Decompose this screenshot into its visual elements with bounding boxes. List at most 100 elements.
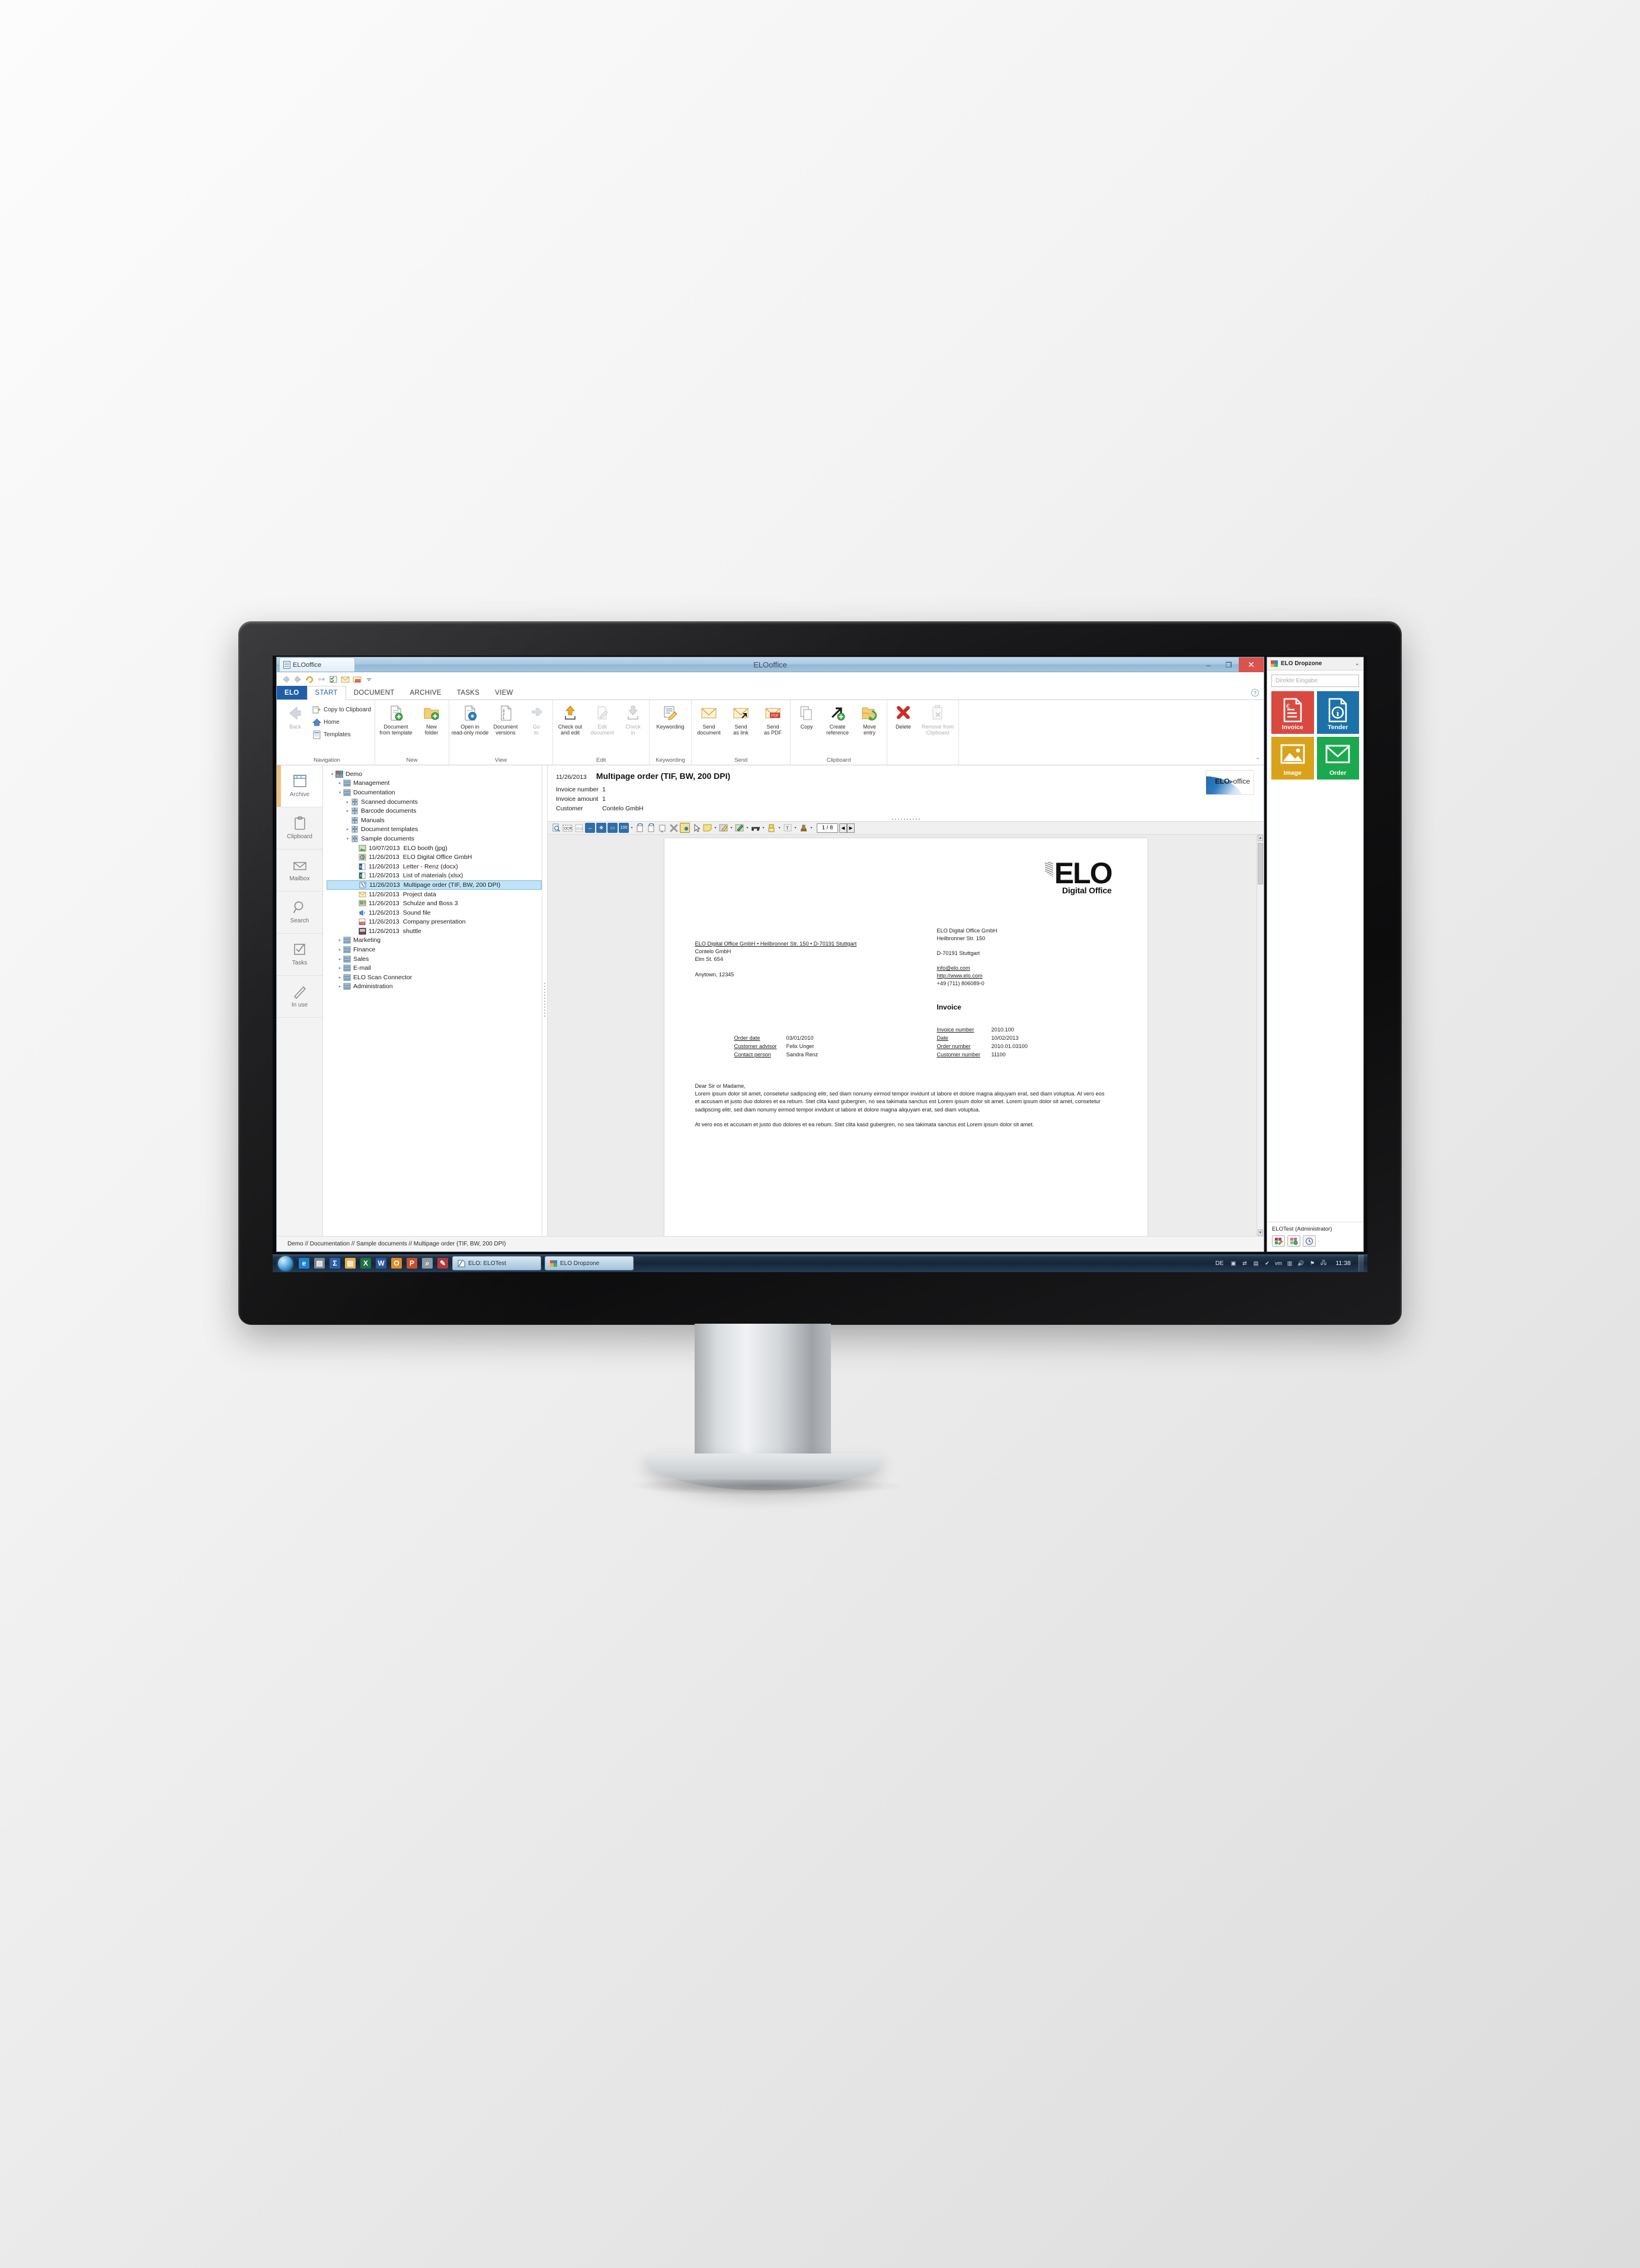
go-to-button[interactable]: Go to (522, 701, 551, 736)
pen-icon[interactable] (734, 823, 744, 833)
send-as-link-button[interactable]: Send as link (725, 701, 757, 736)
tree-expander-icon[interactable]: ▸ (344, 827, 351, 832)
text-annotation-icon[interactable]: T (782, 823, 792, 833)
ocr-clipboard-icon[interactable]: OCR (574, 823, 584, 833)
tree-expander-icon[interactable]: ▸ (337, 781, 343, 785)
powerpoint-icon[interactable]: P (404, 1255, 420, 1272)
keyboard-icon[interactable]: ▥ (1286, 1259, 1294, 1267)
copy-button[interactable]: Copy (792, 701, 821, 730)
sigma-app-icon[interactable]: Σ (327, 1255, 343, 1272)
check-out-and-edit-button[interactable]: Check out and edit (554, 701, 586, 736)
delete-button[interactable]: Delete (888, 701, 918, 730)
tree-item-selected[interactable]: 11/26/2013 Multipage order (TIF, BW, 200 … (327, 880, 542, 890)
scroll-up-icon[interactable]: ▲ (1258, 835, 1263, 841)
mail-icon[interactable] (341, 675, 350, 683)
tree-item[interactable]: 11/26/2013 ELO Digital Office GmbH (327, 852, 542, 862)
paint-icon[interactable]: ✎ (435, 1255, 450, 1272)
antivirus-shield-icon[interactable]: ✔ (1263, 1259, 1272, 1267)
excel-icon[interactable]: X (358, 1255, 373, 1272)
sidebar-item-mailbox[interactable]: Mailbox (277, 849, 322, 892)
fit-width-icon[interactable]: ↔ (585, 823, 595, 833)
sidebar-item-in-use[interactable]: In use (277, 976, 322, 1018)
tree-item[interactable]: PDF 11/26/2013 Company presentation (327, 918, 542, 927)
ocr-icon[interactable]: OCR (562, 823, 573, 833)
tree-item[interactable]: ▾ Documentation (327, 788, 542, 797)
sticky-note-chevron-icon[interactable]: ▾ (714, 823, 717, 833)
stamp-line-chevron-icon[interactable]: ▾ (762, 823, 765, 833)
link-icon[interactable] (317, 675, 326, 683)
move-entry-button[interactable]: Move entry (853, 701, 885, 736)
tree-item[interactable]: 11/26/2013 Sound file (327, 908, 542, 918)
remove-from-clipboard-button[interactable]: Remove from Clipboard (918, 701, 957, 736)
back-arrow-icon[interactable] (282, 675, 290, 683)
stamp-icon[interactable] (798, 823, 808, 833)
refresh-icon[interactable] (305, 675, 314, 683)
tree-expander-icon[interactable]: ▸ (337, 966, 343, 970)
start-button[interactable] (274, 1255, 296, 1272)
direct-entry-input[interactable]: Direkte Eingabe (1271, 675, 1359, 687)
keywording-button[interactable]: Keywording (651, 701, 690, 730)
sidebar-item-clipboard[interactable]: Clipboard (277, 807, 322, 849)
tab-tasks[interactable]: TASKS (449, 686, 487, 699)
display-icon[interactable]: ▤ (1252, 1259, 1261, 1267)
document-from-template-button[interactable]: Document from template (376, 701, 415, 736)
help-icon[interactable]: ? (1251, 689, 1259, 697)
clock[interactable]: 11:38 (1331, 1260, 1356, 1267)
show-desktop-button[interactable] (1358, 1255, 1364, 1272)
rotate-180-icon[interactable] (657, 823, 667, 833)
flag-action-center-icon[interactable]: ⚑ (1308, 1259, 1317, 1267)
fit-page-icon[interactable]: ✥ (596, 823, 606, 833)
vm-icon[interactable]: vm (1274, 1259, 1283, 1267)
tab-document[interactable]: DOCUMENT (346, 686, 402, 699)
tree-item[interactable]: ▸ Finance (327, 945, 542, 954)
dropzone-tile-invoice[interactable]: € Invoice (1271, 691, 1314, 734)
tab-start[interactable]: START (306, 686, 346, 700)
checklist-icon[interactable] (329, 675, 338, 683)
document-viewer[interactable]: ELO Digital Office ELO Digital Office Gm… (548, 835, 1264, 1236)
tab-archive[interactable]: ARCHIVE (402, 686, 449, 699)
tree-item[interactable]: ▸ Barcode documents (327, 806, 542, 816)
collapse-ribbon-icon[interactable]: ⌃ (1255, 757, 1260, 764)
tree-expander-icon[interactable]: ▾ (329, 772, 335, 777)
next-page-button[interactable]: ▶ (847, 823, 855, 833)
tree-expander-icon[interactable]: ▸ (337, 947, 343, 952)
tree-expander-icon[interactable]: ▸ (337, 975, 343, 980)
tree-expander-icon[interactable]: ▸ (337, 984, 343, 989)
customize-qat-icon[interactable] (365, 675, 373, 683)
taskbar-item-dropzone[interactable]: ELO Dropzone (545, 1256, 634, 1270)
text-annotation-chevron-icon[interactable]: ▾ (794, 823, 797, 833)
sidebar-item-tasks[interactable]: Tasks (277, 934, 322, 976)
new-folder-button[interactable]: New folder (415, 701, 447, 736)
tree-expander-icon[interactable]: ▸ (344, 809, 351, 813)
tree-item[interactable]: ▸ Marketing (327, 936, 542, 945)
delete-page-icon[interactable] (669, 823, 679, 833)
volume-icon[interactable]: 🔊 (1297, 1259, 1306, 1267)
filter-icon[interactable] (1287, 1235, 1300, 1247)
sidebar-item-archive[interactable]: Archive (277, 765, 322, 807)
tree-item[interactable]: ▾ Sample documents (327, 834, 542, 844)
archive-tree[interactable]: ▾ ELO Demo ▸ Management ▾ Documentation ▸ Scanne… (323, 765, 542, 1236)
stamp-line-icon[interactable] (750, 823, 760, 833)
pdf-icon[interactable]: PDF (353, 675, 362, 683)
tree-expander-icon[interactable]: ▾ (337, 790, 343, 795)
dropzone-tile-image[interactable]: Image (1271, 737, 1314, 780)
zoom-search-icon[interactable] (551, 823, 561, 833)
templates-button[interactable]: Templates (310, 729, 373, 741)
copy-to-clipboard-button[interactable]: Copy to Clipboard (310, 704, 373, 716)
network-sync-icon[interactable]: ⇄ (1241, 1259, 1249, 1267)
pointer-icon[interactable] (691, 823, 701, 833)
internet-explorer-icon[interactable]: e (296, 1255, 312, 1272)
tree-item[interactable]: ▾ ELO Demo (327, 769, 542, 779)
taskbar-item-elo[interactable]: ELO: ELOTest (452, 1256, 541, 1270)
word-icon[interactable]: W (373, 1255, 389, 1272)
tree-item[interactable]: W 11/26/2013 Letter - Renz (docx) (327, 862, 542, 871)
previous-page-button[interactable]: ◀ (839, 823, 847, 833)
dropzone-tile-order[interactable]: Order (1316, 737, 1359, 780)
sidebar-item-search[interactable]: Search (277, 892, 322, 934)
tree-expander-icon[interactable]: ▸ (344, 800, 351, 804)
forward-arrow-icon[interactable] (293, 675, 302, 683)
tree-item[interactable]: X 11/26/2013 List of materials (xlsx) (327, 871, 542, 881)
tree-item[interactable]: ▸ ELO Scan Connector (327, 973, 542, 982)
tree-item[interactable]: ▸ Management (327, 779, 542, 788)
minimize-button[interactable]: – (1198, 657, 1219, 672)
